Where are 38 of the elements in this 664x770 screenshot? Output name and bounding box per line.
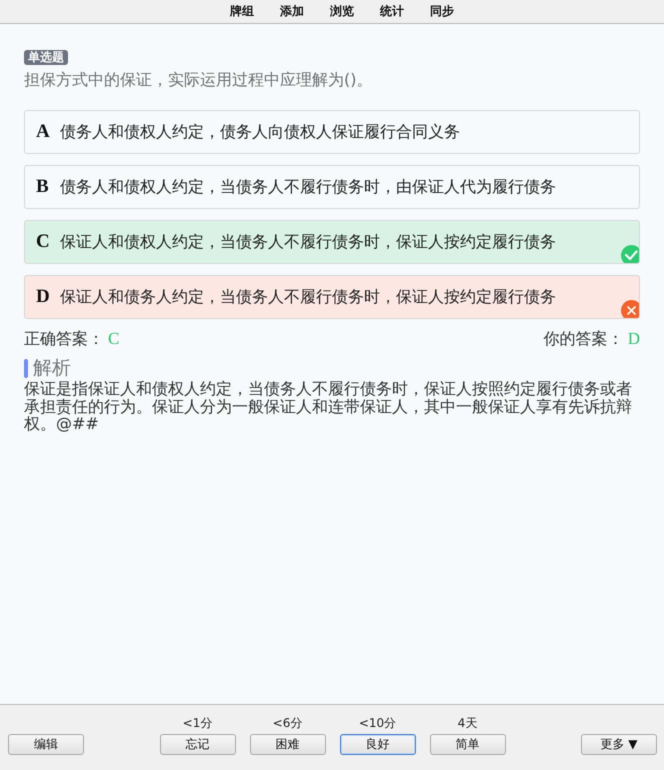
menu-link[interactable]: 牌组 [230, 3, 254, 20]
question-text: 担保方式中的保证，实际运用过程中应理解为()。 [24, 70, 374, 90]
cross-icon [621, 300, 639, 318]
menu-link[interactable]: 同步 [430, 3, 454, 20]
correct-answer-label: 正确答案： [24, 329, 104, 349]
option-text: 保证人和债务人约定，当债务人不履行债务时，保证人按约定履行债务 [60, 286, 556, 308]
answer-option[interactable]: C 保证人和债权人约定，当债务人不履行债务时，保证人按约定履行债务 [24, 220, 640, 264]
ease-button[interactable]: 良好 [340, 734, 416, 755]
option-text: 保证人和债权人约定，当债务人不履行债务时，保证人按约定履行债务 [60, 232, 556, 252]
heading-accent-bar [24, 358, 28, 378]
interval-label: 4天 [458, 716, 478, 730]
ease-button[interactable]: 忘记 [160, 734, 236, 755]
correct-answer-value: C [108, 329, 120, 349]
explanation-heading: 解析 [33, 357, 71, 379]
answer-option[interactable]: A 债务人和债权人约定，债务人向债权人保证履行合同义务 [24, 110, 640, 154]
answer-option[interactable]: D 保证人和债务人约定，当债务人不履行债务时，保证人按约定履行债务 [24, 275, 640, 319]
explanation-text: 保证是指保证人和债权人约定，当债务人不履行债务时，保证人按照约定履行债务或者承担责任的行为。保证人分为一般保证人和连带保证人，其中一般保证人享有先诉抗辩权。@## [24, 380, 633, 432]
question-type-badge: 单选题 [24, 50, 68, 65]
your-answer-value: D [628, 329, 640, 349]
option-text: 债务人和债权人约定，当债务人不履行债务时，由保证人代为履行债务 [60, 176, 556, 198]
option-letter: B [36, 176, 50, 198]
answer-option[interactable]: B 债务人和债权人约定，当债务人不履行债务时，由保证人代为履行债务 [24, 165, 640, 209]
edit-button[interactable]: 编辑 [8, 734, 84, 755]
option-text: 债务人和债权人约定，债务人向债权人保证履行合同义务 [60, 122, 460, 142]
interval-label: <1分 [182, 716, 212, 730]
menu-link[interactable]: 统计 [380, 3, 404, 20]
ease-button[interactable]: 困难 [250, 734, 326, 755]
interval-label: <6分 [272, 716, 302, 730]
interval-label: <10分 [358, 716, 396, 730]
option-letter: A [36, 121, 51, 143]
option-letter: C [36, 231, 51, 253]
ease-button[interactable]: 简单 [430, 734, 506, 755]
more-button[interactable]: 更多 ▼ [581, 734, 657, 755]
menu-link[interactable]: 浏览 [330, 3, 354, 20]
menu-link[interactable]: 添加 [280, 3, 304, 20]
your-answer-label: 你的答案： [544, 329, 624, 349]
option-letter: D [36, 286, 51, 308]
check-icon [621, 245, 639, 263]
